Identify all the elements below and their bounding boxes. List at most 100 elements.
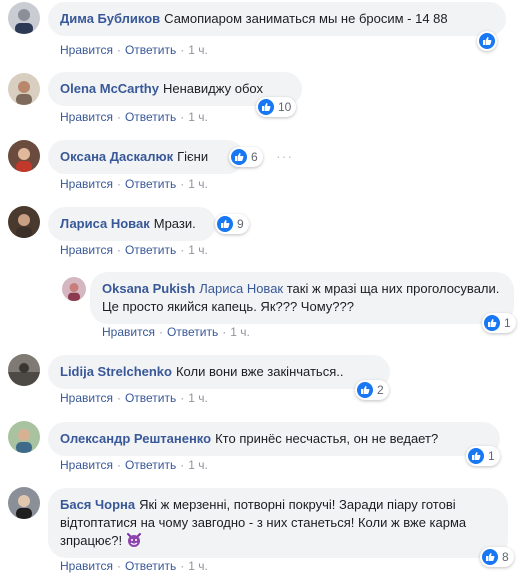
reaction-number: 6 [251,150,258,164]
comment-time[interactable]: 1 ч. [188,110,208,124]
like-reaction-icon [357,382,373,398]
comment-bubble: Дима Бубликов Самопиаром заниматься мы не… [48,2,506,36]
avatar[interactable] [8,421,40,453]
separator: · [222,325,227,339]
separator: · [116,559,121,573]
comment-author[interactable]: Lidija Strelchenko [60,364,172,379]
reaction-count[interactable]: 1 [466,446,500,466]
reaction-count[interactable]: 10 [256,97,297,117]
mention-link[interactable]: Лариса Новак [199,281,283,296]
like-link[interactable]: Нравится [60,177,113,191]
separator: · [180,559,185,573]
like-reaction-icon [479,33,495,49]
reaction-count[interactable]: 8 [480,547,514,567]
reaction-number: 10 [278,100,292,114]
separator: · [116,110,121,124]
comment-bubble: Олександр Рештаненко Кто принёс несчастья… [48,422,500,456]
separator: · [116,43,121,57]
separator: · [180,43,185,57]
comment-bubble: Lidija Strelchenko Коли вони вже закінчат… [48,355,390,389]
comment-time[interactable]: 1 ч. [188,458,208,472]
separator: · [116,177,121,191]
comment-actions: Нравится · Ответить · 1 ч. [60,391,208,405]
like-reaction-icon [484,315,500,331]
like-reaction-icon [258,99,274,115]
comment-bubble: Бася Чорна Які ж мерзенні, потворні покру… [48,488,508,558]
reply-link[interactable]: Ответить [125,391,176,405]
comment-time[interactable]: 1 ч. [188,391,208,405]
like-link[interactable]: Нравится [60,243,113,257]
like-reaction-icon [217,216,233,232]
reply-link[interactable]: Ответить [167,325,218,339]
like-link[interactable]: Нравится [102,325,155,339]
comment-actions: Нравится · Ответить · 1 ч. [60,458,208,472]
comment-bubble: Oksana Pukish Лариса Новак такі ж мразі щ… [90,272,514,324]
comment-author[interactable]: Oksana Pukish [102,281,195,296]
more-options-icon[interactable]: ··· [276,148,293,164]
reaction-number: 1 [488,449,495,463]
like-link[interactable]: Нравится [60,458,113,472]
reply-link[interactable]: Ответить [125,559,176,573]
comment-actions: Нравится · Ответить · 1 ч. [60,559,208,573]
comment-actions: Нравится · Ответить · 1 ч. [60,43,208,57]
reply-link[interactable]: Ответить [125,458,176,472]
smiling-devil-emoji-icon [126,532,142,548]
comment-actions: Нравится · Ответить · 1 ч. [60,110,208,124]
comment-text: Ненавиджу обох [162,81,263,96]
comment-time[interactable]: 1 ч. [230,325,250,339]
reaction-count[interactable]: 2 [355,380,389,400]
comment-actions: Нравится · Ответить · 1 ч. [60,243,208,257]
reply-link[interactable]: Ответить [125,243,176,257]
comment-actions: Нравится · Ответить · 1 ч. [102,325,250,339]
comment-author[interactable]: Оксана Даскалюк [60,149,173,164]
comment-author[interactable]: Олександр Рештаненко [60,431,211,446]
reaction-number: 8 [502,550,509,564]
comment-time[interactable]: 1 ч. [188,559,208,573]
avatar[interactable] [8,73,40,105]
comment-text: Самопиаром заниматься мы не бросим - 14 … [164,11,448,26]
comment-author[interactable]: Лариса Новак [60,216,150,231]
avatar[interactable] [8,2,40,34]
separator: · [180,177,185,191]
reaction-count[interactable] [477,31,497,51]
comment-author[interactable]: Бася Чорна [60,497,135,512]
separator: · [116,458,121,472]
comment-author[interactable]: Дима Бубликов [60,11,160,26]
reaction-count[interactable]: 6 [229,147,263,167]
avatar[interactable] [8,140,40,172]
comment-text: Коли вони вже закінчаться.. [175,364,344,379]
like-link[interactable]: Нравится [60,43,113,57]
like-reaction-icon [468,448,484,464]
like-link[interactable]: Нравится [60,559,113,573]
comment-time[interactable]: 1 ч. [188,243,208,257]
comment-bubble: Оксана Даскалюк Гієни [48,140,244,174]
reply-link[interactable]: Ответить [125,177,176,191]
reaction-number: 1 [504,316,511,330]
comment-text: Мрази. [153,216,196,231]
avatar[interactable] [8,206,40,238]
comment-time[interactable]: 1 ч. [188,177,208,191]
avatar[interactable] [8,487,40,519]
reply-link[interactable]: Ответить [125,43,176,57]
separator: · [116,391,121,405]
separator: · [180,391,185,405]
avatar[interactable] [62,277,86,301]
reaction-number: 9 [237,217,244,231]
separator: · [180,110,185,124]
separator: · [180,243,185,257]
separator: · [116,243,121,257]
reaction-count[interactable]: 1 [482,313,516,333]
comment-author[interactable]: Olena McCarthy [60,81,159,96]
like-link[interactable]: Нравится [60,391,113,405]
reaction-number: 2 [377,383,384,397]
like-reaction-icon [231,149,247,165]
like-link[interactable]: Нравится [60,110,113,124]
comment-text: Гієни [177,149,209,164]
separator: · [158,325,163,339]
comment-actions: Нравится · Ответить · 1 ч. [60,177,208,191]
avatar[interactable] [8,354,40,386]
reaction-count[interactable]: 9 [215,214,249,234]
separator: · [180,458,185,472]
reply-link[interactable]: Ответить [125,110,176,124]
comment-time[interactable]: 1 ч. [188,43,208,57]
